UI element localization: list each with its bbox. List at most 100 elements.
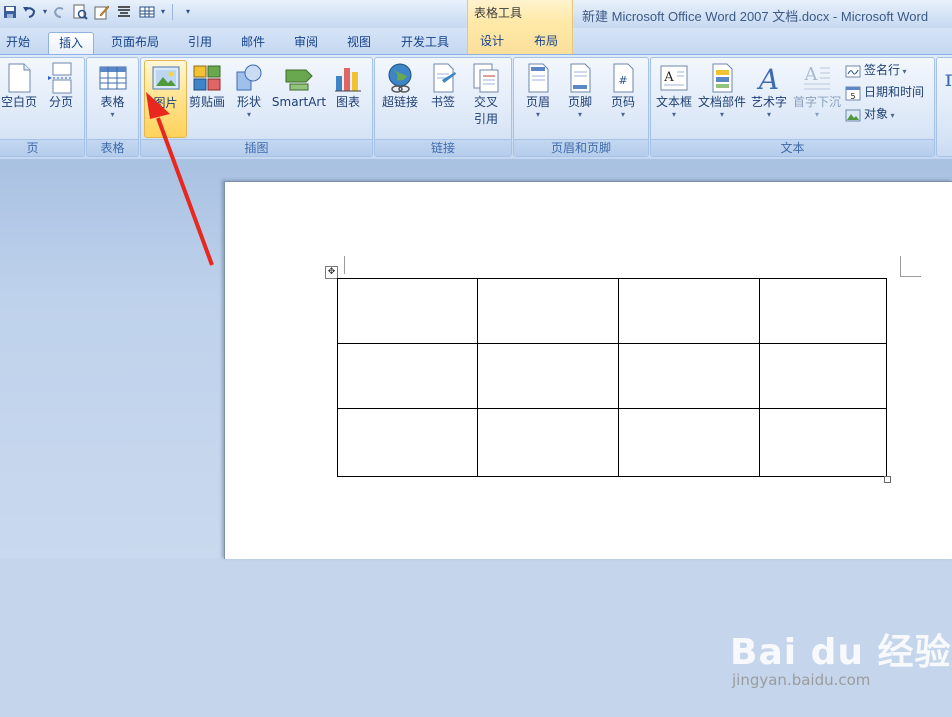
page-break-button[interactable]: 分页 <box>43 60 79 136</box>
edit-icon[interactable] <box>94 4 110 20</box>
chevron-down-icon: ▾ <box>719 110 724 119</box>
shapes-icon <box>236 64 262 91</box>
ribbon: 空白页 分页 页 表格 ▾ 表格 图片 剪贴画 形状 ▾ SmartArt 图表… <box>0 54 952 160</box>
table-cell[interactable] <box>477 408 619 477</box>
print-preview-icon[interactable] <box>72 4 88 20</box>
quick-parts-button[interactable]: 文档部件 ▾ <box>697 60 747 136</box>
svg-text:A: A <box>663 70 674 85</box>
margin-corner-right <box>900 256 921 277</box>
window-title: 新建 Microsoft Office Word 2007 文档.docx - … <box>582 9 929 24</box>
table-cell[interactable] <box>618 278 760 344</box>
clip-art-icon <box>193 65 221 91</box>
watermark-url: jingyan.baidu.com <box>732 671 871 689</box>
group-label-pages: 页 <box>0 139 84 156</box>
page-number-button[interactable]: # 页码 ▾ <box>602 60 644 136</box>
group-symbols: π <box>936 57 952 157</box>
date-time-button[interactable]: 5 日期和时间 <box>845 82 924 102</box>
text-box-button[interactable]: A 文本框 ▾ <box>653 60 695 136</box>
tab-layout[interactable]: 布局 <box>526 31 566 52</box>
save-icon[interactable] <box>2 4 18 20</box>
svg-text:π: π <box>945 67 952 92</box>
tab-view[interactable]: 视图 <box>339 32 379 53</box>
table-cell[interactable] <box>759 343 887 409</box>
smartart-button[interactable]: SmartArt <box>269 60 329 136</box>
tab-home[interactable]: 开始 <box>0 32 36 53</box>
table-cell[interactable] <box>759 278 887 344</box>
picture-button[interactable]: 图片 <box>144 60 187 138</box>
shapes-button[interactable]: 形状 ▾ <box>229 60 269 136</box>
smartart-icon <box>285 69 313 91</box>
table-row <box>337 408 887 477</box>
chevron-down-icon: ▾ <box>766 110 771 119</box>
wordart-button[interactable]: A 艺术字 ▾ <box>748 60 790 136</box>
undo-icon[interactable] <box>21 4 37 20</box>
tab-mailings[interactable]: 邮件 <box>233 32 273 53</box>
hyperlink-button[interactable]: 超链接 <box>378 60 422 136</box>
page-number-icon: # <box>613 63 634 93</box>
table-cell[interactable] <box>477 278 619 344</box>
chevron-down-icon: ▾ <box>620 110 625 119</box>
margin-corner-left <box>344 256 345 274</box>
table-resize-handle[interactable] <box>884 476 891 483</box>
group-header-footer: 页眉 ▾ 页脚 ▾ # 页码 ▾ 页眉和页脚 <box>513 57 649 157</box>
signature-line-icon <box>845 65 861 77</box>
chevron-down-icon: ▾ <box>110 110 115 119</box>
table-tools-title: 表格工具 <box>473 6 522 20</box>
tab-review[interactable]: 审阅 <box>286 32 326 53</box>
redo-icon[interactable] <box>52 4 68 20</box>
page-break-icon <box>48 62 72 94</box>
group-label-tables: 表格 <box>87 139 138 156</box>
group-label-illustrations: 插图 <box>141 139 372 156</box>
chevron-down-icon: ▾ <box>814 110 819 119</box>
quick-parts-icon <box>712 63 733 93</box>
cross-reference-button[interactable]: 交叉 引用 <box>465 60 507 136</box>
symbol-button[interactable]: π <box>940 60 952 136</box>
align-icon[interactable] <box>116 4 132 20</box>
group-tables: 表格 ▾ 表格 <box>86 57 139 157</box>
tab-developer[interactable]: 开发工具 <box>393 32 457 53</box>
document-page[interactable]: ✥ <box>224 181 952 559</box>
chevron-down-icon: ▾ <box>577 110 582 119</box>
chart-button[interactable]: 图表 <box>329 60 367 136</box>
tab-references[interactable]: 引用 <box>180 32 220 53</box>
table-dropdown-icon[interactable]: ▾ <box>155 4 171 20</box>
bookmark-button[interactable]: 书签 <box>423 60 463 136</box>
chevron-down-icon: ▾ <box>535 110 540 119</box>
header-icon <box>528 63 549 93</box>
chevron-down-icon: ▾ <box>671 110 676 119</box>
picture-icon <box>152 66 179 90</box>
footer-icon <box>570 63 591 93</box>
tab-page-layout[interactable]: 页面布局 <box>104 32 166 53</box>
calendar-icon: 5 <box>845 86 861 101</box>
table-cell[interactable] <box>618 408 760 477</box>
document-workspace: ✥ Bai du 经验 jingyan.baidu.com <box>0 159 952 689</box>
customize-icon[interactable]: ▾ <box>180 4 196 20</box>
signature-line-button[interactable]: 签名行 ▾ <box>845 60 907 80</box>
table-cell[interactable] <box>337 343 478 409</box>
object-button[interactable]: 对象 ▾ <box>845 104 895 124</box>
cross-reference-icon <box>473 63 499 93</box>
clip-art-button[interactable]: 剪贴画 <box>187 60 227 136</box>
undo-dropdown-icon[interactable]: ▾ <box>37 4 53 20</box>
tab-insert[interactable]: 插入 <box>48 32 94 54</box>
table-cell[interactable] <box>337 408 478 477</box>
table-button[interactable]: 表格 ▾ <box>91 60 134 136</box>
group-label-links: 链接 <box>375 139 511 156</box>
table-cell[interactable] <box>337 278 478 344</box>
watermark: Bai du 经验 jingyan.baidu.com <box>730 609 952 717</box>
blank-page-button[interactable]: 空白页 <box>0 60 43 136</box>
svg-text:A: A <box>804 64 819 85</box>
table-icon[interactable] <box>139 4 155 20</box>
table-cell[interactable] <box>618 343 760 409</box>
header-button[interactable]: 页眉 ▾ <box>517 60 559 136</box>
table-cell[interactable] <box>759 408 887 477</box>
watermark-brand: Bai du 经验 <box>730 632 952 673</box>
document-table[interactable] <box>337 278 887 477</box>
tab-design[interactable]: 设计 <box>472 31 512 52</box>
wordart-icon: A <box>756 63 779 94</box>
footer-button[interactable]: 页脚 ▾ <box>560 60 600 136</box>
table-cell[interactable] <box>477 343 619 409</box>
text-box-icon: A <box>660 65 688 91</box>
chevron-down-icon: ▾ <box>246 110 251 119</box>
bookmark-icon <box>433 63 456 93</box>
